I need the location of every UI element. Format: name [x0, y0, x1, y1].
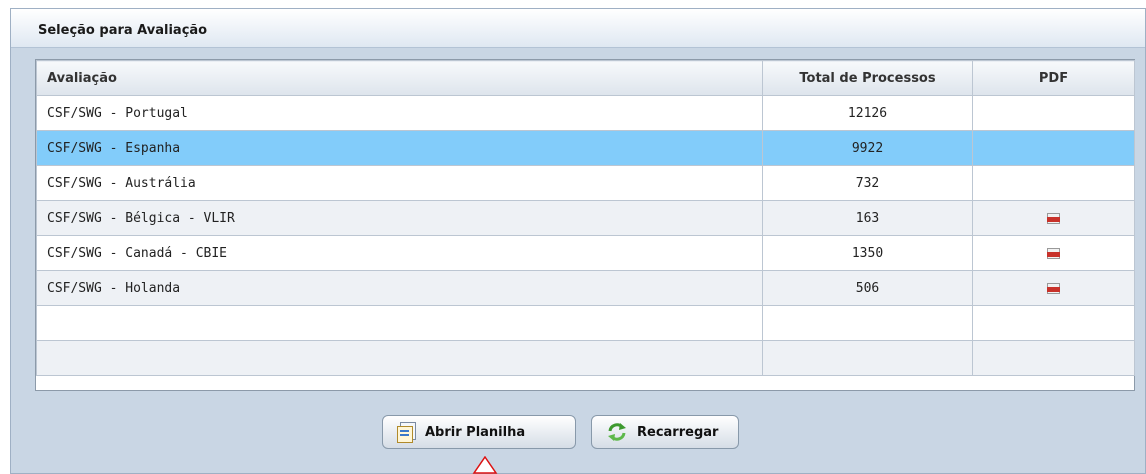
cell-pdf: [972, 305, 1135, 341]
table-row[interactable]: CSF/SWG - Portugal 12126: [36, 95, 1135, 131]
evaluation-selection-panel: Seleção para Avaliação Avaliação Total d…: [10, 8, 1146, 474]
table-body: CSF/SWG - Portugal 12126 CSF/SWG - Espanha…: [36, 95, 1135, 376]
cell-pdf: [972, 200, 1135, 236]
cell-avaliacao: CSF/SWG - Portugal: [36, 95, 763, 131]
cell-total-processos: 163: [762, 200, 973, 236]
table-row[interactable]: [36, 340, 1135, 376]
cell-avaliacao: CSF/SWG - Austrália: [36, 165, 763, 201]
column-header-total-processos[interactable]: Total de Processos: [762, 60, 973, 96]
cell-total-processos: 9922: [762, 130, 973, 166]
cell-pdf: [972, 130, 1135, 166]
cell-avaliacao: [36, 340, 763, 376]
pdf-file-icon[interactable]: [1047, 282, 1060, 294]
column-header-pdf[interactable]: PDF: [972, 60, 1135, 96]
table-row[interactable]: CSF/SWG - Bélgica - VLIR 163: [36, 200, 1135, 236]
column-header-avaliacao[interactable]: Avaliação: [36, 60, 763, 96]
panel-header: Seleção para Avaliação: [11, 9, 1145, 48]
cell-pdf: [972, 165, 1135, 201]
cell-total-processos: 506: [762, 270, 973, 306]
table-header-row: Avaliação Total de Processos PDF: [36, 60, 1135, 96]
cell-avaliacao: CSF/SWG - Canadá - CBIE: [36, 235, 763, 271]
table-row[interactable]: CSF/SWG - Canadá - CBIE 1350: [36, 235, 1135, 271]
table-row[interactable]: CSF/SWG - Austrália 732: [36, 165, 1135, 201]
cell-avaliacao: CSF/SWG - Bélgica - VLIR: [36, 200, 763, 236]
cell-avaliacao: [36, 305, 763, 341]
pdf-file-icon[interactable]: [1047, 212, 1060, 224]
cell-total-processos: 1350: [762, 235, 973, 271]
table-row[interactable]: CSF/SWG - Espanha 9922: [36, 130, 1135, 166]
reload-label: Recarregar: [637, 424, 719, 440]
cell-total-processos: 732: [762, 165, 973, 201]
spreadsheet-icon: [397, 422, 416, 443]
pdf-file-icon[interactable]: [1047, 247, 1060, 259]
cell-total-processos: [762, 340, 973, 376]
cell-pdf: [972, 270, 1135, 306]
reload-button[interactable]: Recarregar: [591, 415, 739, 449]
refresh-icon: [608, 423, 626, 441]
cell-pdf: [972, 340, 1135, 376]
evaluation-table: Avaliação Total de Processos PDF CSF/SWG…: [36, 60, 1135, 376]
cell-pdf: [972, 235, 1135, 271]
cell-total-processos: [762, 305, 973, 341]
open-spreadsheet-button[interactable]: Abrir Planilha: [382, 415, 576, 449]
panel-title: Seleção para Avaliação: [38, 23, 208, 38]
evaluation-grid: Avaliação Total de Processos PDF CSF/SWG…: [35, 59, 1135, 391]
cell-pdf: [972, 95, 1135, 131]
open-spreadsheet-label: Abrir Planilha: [425, 424, 526, 440]
cell-total-processos: 12126: [762, 95, 973, 131]
cell-avaliacao: CSF/SWG - Holanda: [36, 270, 763, 306]
cell-avaliacao: CSF/SWG - Espanha: [36, 130, 763, 166]
table-row[interactable]: CSF/SWG - Holanda 506: [36, 270, 1135, 306]
mouse-cursor-icon: [472, 456, 498, 474]
table-row[interactable]: [36, 305, 1135, 341]
